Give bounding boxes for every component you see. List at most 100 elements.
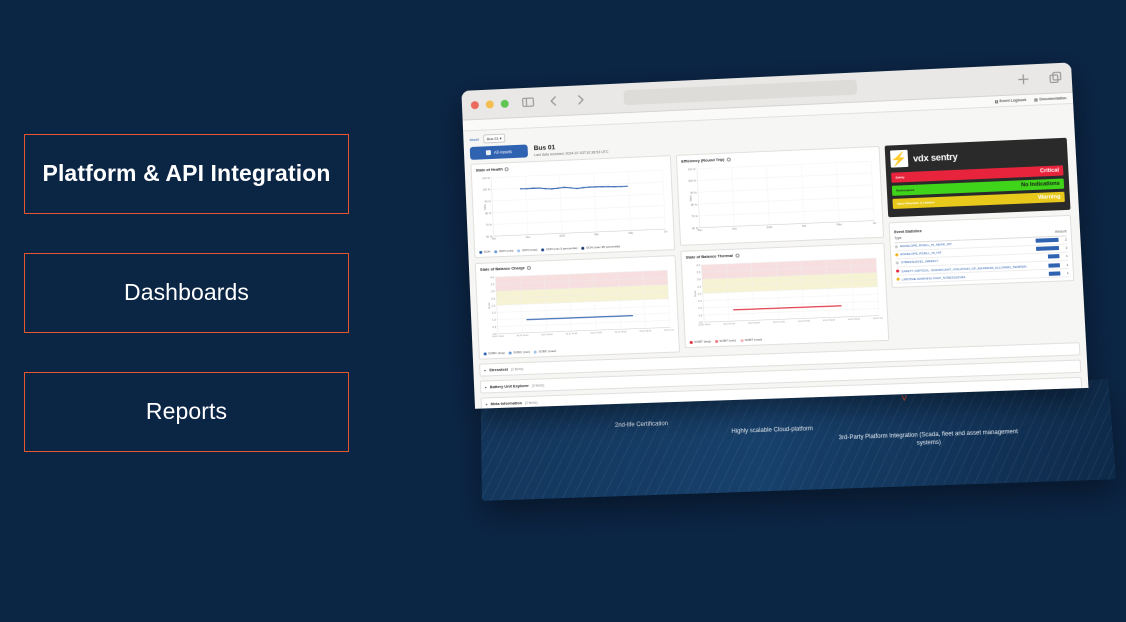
plot-state-of-health: 110 % 100 % 90 % 80 % 70 % 60 % Value Sep Nov 202… (476, 166, 670, 248)
severity-icon (895, 245, 898, 248)
svg-text:05-07 12:00: 05-07 12:00 (664, 330, 674, 332)
chart-card-state-of-balance-charge: State of Balance Charge 4.0 3.5 3.0 2.5 2.0 1… (475, 255, 680, 360)
legend-item[interactable]: SOBT (min) (715, 338, 736, 343)
legend-label: SOH (min 5 percentile) (546, 246, 578, 251)
plot-state-of-balance-thermal: 4.0 3.5 3.0 2.5 2.0 1.5 1.0 0.5 0.0 Score 03-07 18… (686, 254, 884, 338)
browser-window: Event Logbook Documentation Asset Bus 01… (461, 62, 1088, 408)
svg-text:Nov: Nov (732, 227, 738, 231)
legend-swatch (534, 350, 537, 353)
svg-text:3.0: 3.0 (697, 277, 702, 281)
legend-item[interactable]: SOH (max 95 percentile) (581, 244, 620, 250)
legend-swatch (509, 351, 512, 354)
svg-text:1.0: 1.0 (698, 306, 703, 310)
legend-swatch (541, 248, 544, 251)
chevron-right-icon[interactable] (573, 93, 587, 107)
legend-item[interactable]: SOBC (min) (509, 350, 530, 355)
column-header-amount[interactable]: Amount (1025, 229, 1067, 235)
chevron-right-icon[interactable]: ▸ (486, 402, 488, 406)
svg-text:70 %: 70 % (691, 214, 698, 218)
legend-label: SOBC (min) (513, 350, 530, 355)
svg-text:03-07 18:00: 03-07 18:00 (698, 324, 711, 326)
chart-title-text: Efficiency (Round Trip) (681, 157, 724, 164)
svg-text:04-07 00:00: 04-07 00:00 (723, 323, 736, 325)
svg-text:Score: Score (693, 290, 697, 297)
legend-item[interactable]: SOH (479, 250, 490, 254)
legend-item[interactable]: SOH (min) (494, 249, 513, 254)
address-bar[interactable] (623, 79, 857, 105)
info-icon[interactable] (726, 157, 730, 161)
accordion-label: Stresstest (489, 367, 508, 373)
chart-card-state-of-balance-thermal: State of Balance Thermal 4.0 3.5 3.0 2.5 2.0… (680, 243, 889, 349)
svg-text:2024: 2024 (766, 225, 773, 229)
severity-icon (896, 261, 899, 264)
option-box-dashboards[interactable]: Dashboards (24, 253, 349, 333)
accordion-count: (2 items) (532, 383, 545, 387)
legend-item[interactable]: SOH (max) (517, 248, 537, 253)
svg-text:100 %: 100 % (688, 179, 697, 183)
legend-label: SOH (484, 250, 491, 254)
legend-item[interactable]: SOBT (max) (740, 337, 762, 342)
accordion-count: (2 items) (511, 367, 524, 371)
sentry-status-label: Performance (896, 188, 914, 193)
event-logbook-label: Event Logbook (999, 98, 1026, 103)
legend-swatch (517, 249, 520, 252)
plinth-caption-3: 3rd-Party Platform Integration (Scada, f… (838, 428, 1020, 450)
plot-efficiency-round-trip: 110 % 100 % 90 % 80 % 70 % 60 % Value Sep Nov 202… (681, 157, 878, 240)
dashboard-column-left: State of Health 110 % 100 % 90 % 80 % 70 % 60… (470, 155, 680, 360)
option-box-reports[interactable]: Reports (24, 372, 349, 452)
event-statistics-card: Event Statistics Type Amount ENVELOPE_RC… (888, 215, 1074, 289)
sentry-status-label: Value Retention & Lifetime (897, 200, 935, 206)
svg-text:2.5: 2.5 (697, 285, 702, 289)
documentation-link[interactable]: Documentation (1035, 96, 1067, 101)
maximize-icon[interactable] (501, 99, 509, 107)
svg-text:3.5: 3.5 (696, 270, 701, 274)
svg-text:90 %: 90 % (484, 199, 491, 203)
amount-bar (1036, 238, 1059, 243)
legend-item[interactable]: SOH (min 5 percentile) (541, 246, 577, 251)
copy-tabs-icon[interactable] (1049, 71, 1063, 85)
info-icon[interactable] (527, 265, 531, 269)
legend-label: SOH (max) (522, 248, 538, 253)
list-icon (995, 100, 998, 103)
minimize-icon[interactable] (486, 100, 494, 108)
svg-text:0.5: 0.5 (698, 313, 703, 317)
amount-value: 2 (1062, 246, 1067, 250)
sidebar-toggle-icon[interactable] (521, 95, 535, 108)
chevron-right-icon[interactable]: ▸ (484, 368, 486, 372)
legend-item[interactable]: SOBT (avg) (690, 339, 711, 344)
svg-text:4.0: 4.0 (696, 263, 701, 267)
breadcrumb-root[interactable]: Asset (469, 137, 479, 141)
chart-title-text: State of Balance Thermal (686, 253, 733, 260)
vdx-sentry-panel: ⚡ vdx sentry Safety Critical Performance No… (885, 138, 1071, 218)
legend-swatch (690, 340, 693, 343)
svg-text:Nov: Nov (526, 235, 531, 239)
info-icon[interactable] (505, 167, 509, 171)
legend-swatch (740, 339, 743, 342)
svg-text:2024: 2024 (559, 234, 565, 238)
svg-text:Value: Value (688, 195, 692, 202)
chevron-left-icon[interactable] (547, 94, 561, 107)
event-amount-cell: 2 (1025, 238, 1067, 244)
sentry-header: ⚡ vdx sentry (890, 143, 1063, 168)
close-icon[interactable] (471, 101, 479, 109)
info-icon[interactable] (735, 253, 739, 257)
dashboard-grid: State of Health 110 % 100 % 90 % 80 % 70 % 60… (470, 138, 1079, 360)
svg-text:Sep: Sep (697, 228, 702, 232)
sentry-status-value: Warning (1038, 194, 1061, 201)
device-mockup: ˅ ˅ 2nd-life Certification Highly scalab… (461, 67, 1119, 508)
amount-bar (1036, 246, 1059, 251)
plus-icon[interactable] (1016, 72, 1030, 86)
dashboard-app: Asset Bus 01 ▾ All Assets Bus 01 Last da… (463, 104, 1088, 409)
svg-text:03-07 18:00: 03-07 18:00 (492, 336, 504, 338)
chevron-right-icon[interactable]: ▸ (485, 385, 487, 389)
sentry-status-value: Critical (1040, 168, 1059, 175)
all-assets-button[interactable]: All Assets (470, 144, 528, 159)
option-box-platform-api-integration[interactable]: Platform & API Integration (24, 134, 349, 214)
event-logbook-link[interactable]: Event Logbook (995, 98, 1027, 103)
svg-text:80 %: 80 % (691, 202, 698, 206)
legend-item[interactable]: SOBC (max) (534, 349, 556, 354)
accordion-label: Meta Information (491, 400, 523, 406)
breadcrumb-current[interactable]: Bus 01 ▾ (483, 134, 506, 144)
legend-item[interactable]: SOBC (avg) (484, 351, 505, 356)
svg-text:05-07 06:00: 05-07 06:00 (640, 331, 653, 333)
